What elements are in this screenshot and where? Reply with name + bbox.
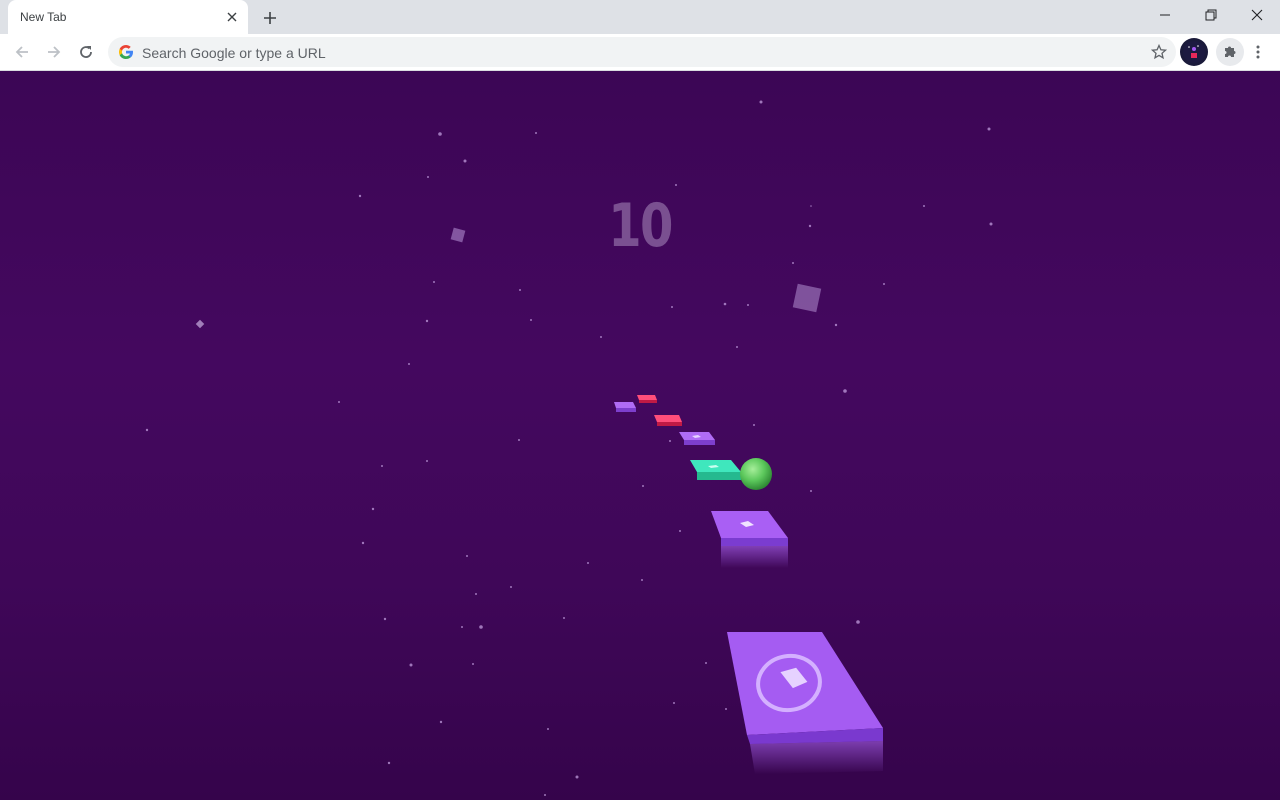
platform-red <box>637 395 657 403</box>
tab-new-tab[interactable]: New Tab <box>8 0 248 34</box>
player-ball <box>740 458 772 490</box>
platform-red <box>654 415 682 426</box>
score-counter: 10 <box>608 191 673 261</box>
back-button[interactable] <box>8 38 36 66</box>
minimize-button[interactable] <box>1142 0 1188 30</box>
floating-cube <box>195 319 205 329</box>
extensions-puzzle-icon[interactable] <box>1216 38 1244 66</box>
restore-button[interactable] <box>1188 0 1234 30</box>
close-window-button[interactable] <box>1234 0 1280 30</box>
platform-teal <box>690 460 741 480</box>
omnibox-placeholder: Search Google or type a URL <box>142 45 326 61</box>
close-tab-icon[interactable] <box>224 9 240 25</box>
browser-toolbar: Search Google or type a URL <box>0 34 1280 71</box>
platform-purple-target <box>727 632 883 774</box>
game-scene <box>145 100 993 796</box>
platform-purple <box>614 402 636 412</box>
tab-title: New Tab <box>20 10 67 24</box>
tab-strip: New Tab <box>0 0 1280 34</box>
profile-avatar-icon[interactable] <box>1180 38 1208 66</box>
google-g-icon <box>118 44 134 60</box>
new-tab-button[interactable] <box>258 6 282 30</box>
omnibox[interactable]: Search Google or type a URL <box>108 37 1176 67</box>
star-field <box>145 100 993 796</box>
floating-cube <box>792 283 822 313</box>
game-canvas[interactable]: 10 <box>0 71 1280 800</box>
platform-purple <box>679 432 715 445</box>
star-icon[interactable] <box>1150 43 1168 61</box>
floating-cube <box>450 227 466 243</box>
forward-button[interactable] <box>40 38 68 66</box>
platform-purple <box>711 511 788 568</box>
menu-dots-icon[interactable] <box>1244 38 1272 66</box>
reload-button[interactable] <box>72 38 100 66</box>
